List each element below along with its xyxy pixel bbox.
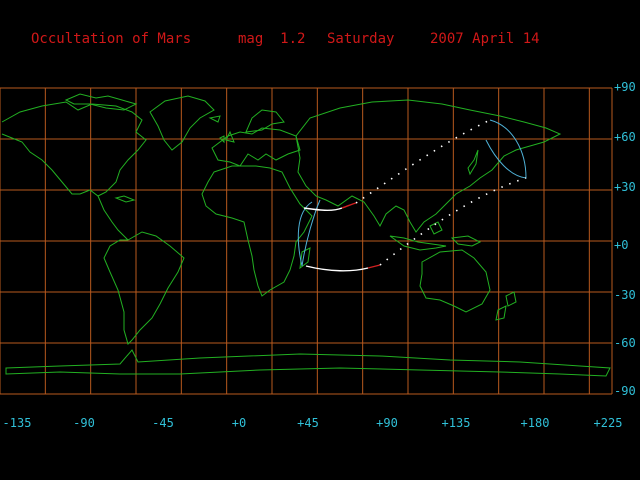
coastline-north-america xyxy=(1,101,147,197)
coastline-asia xyxy=(295,99,562,233)
lat-label: +90 xyxy=(614,80,636,94)
occultation-limit-curves xyxy=(297,119,527,267)
northern-track-white xyxy=(303,207,343,211)
lon-label: +225 xyxy=(593,416,623,430)
coastline-indonesia xyxy=(389,221,447,251)
lon-label: +90 xyxy=(376,416,398,430)
coastline-caribbean xyxy=(114,195,136,203)
lat-label: +30 xyxy=(614,180,636,194)
northern-track-red xyxy=(341,202,357,209)
coastline-australia xyxy=(419,249,491,313)
coastline-europe xyxy=(211,127,301,167)
world-map xyxy=(0,87,613,395)
lon-label: +0 xyxy=(231,416,247,430)
graticule xyxy=(0,87,613,395)
coastline-japan xyxy=(467,149,479,176)
lat-label: -90 xyxy=(614,384,636,398)
lon-label: -90 xyxy=(73,416,95,430)
coastlines xyxy=(1,93,611,377)
coastline-greenland xyxy=(149,95,215,151)
lat-label: -60 xyxy=(614,336,636,350)
coastline-antarctica xyxy=(5,349,611,377)
occultation-map-page: Occultation of Mars mag 1.2 Saturday 200… xyxy=(0,0,640,480)
lat-label: -30 xyxy=(614,288,636,302)
lon-label: -45 xyxy=(152,416,174,430)
lon-label: +180 xyxy=(520,416,550,430)
coastline-scandinavia xyxy=(245,109,285,133)
southern-track-white xyxy=(305,265,369,272)
coastline-africa xyxy=(201,165,313,297)
coastline-central-america xyxy=(97,195,129,241)
lat-label: +0 xyxy=(614,238,629,252)
lon-label: -135 xyxy=(2,416,32,430)
lon-label: +45 xyxy=(297,416,319,430)
lat-label: +60 xyxy=(614,130,636,144)
southern-track-red xyxy=(367,264,381,269)
coastline-south-america xyxy=(103,231,185,345)
lon-label: +135 xyxy=(441,416,471,430)
coastline-iceland xyxy=(208,115,221,123)
coastline-arctic-islands xyxy=(64,93,138,111)
northern-dotted-track xyxy=(355,119,491,204)
visibility-tracks xyxy=(303,119,527,272)
